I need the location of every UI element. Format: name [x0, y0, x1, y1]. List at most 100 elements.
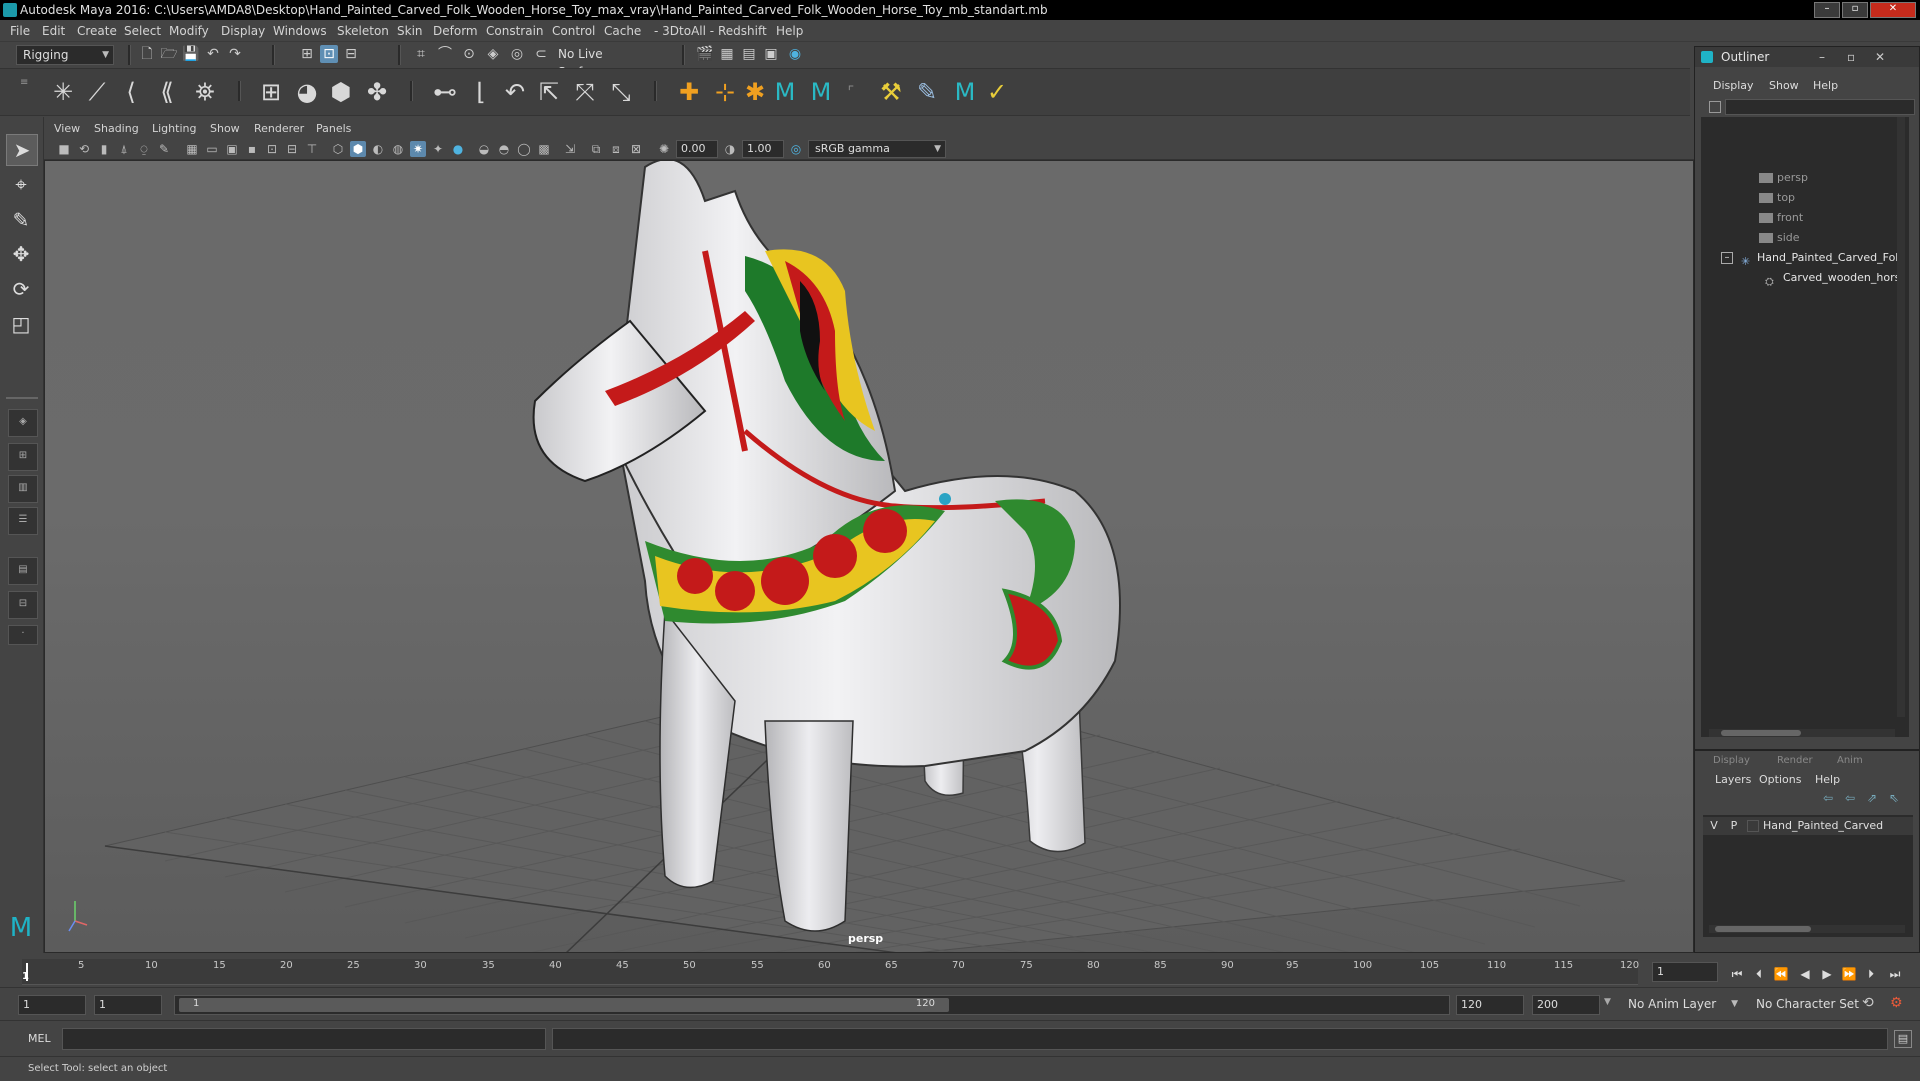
menu-select[interactable]: Select — [124, 20, 161, 42]
viewport-menu-show[interactable]: Show — [210, 120, 240, 138]
paint-skin-icon[interactable]: ✎ — [912, 77, 942, 107]
magnet-icon[interactable]: ⊂ — [532, 45, 550, 63]
smooth-shade-icon[interactable]: ⬢ — [350, 141, 366, 157]
select-tool-icon[interactable]: ➤ — [6, 134, 38, 166]
use-all-lights-icon[interactable]: ✷ — [410, 141, 426, 157]
motion-blur-icon[interactable]: ◒ — [476, 141, 492, 157]
outliner-restore-icon[interactable]: ▫ — [1847, 47, 1855, 67]
layers-menu-layers[interactable]: Layers — [1715, 773, 1751, 786]
menu-deform[interactable]: Deform — [433, 20, 478, 42]
insert-joint-icon[interactable]: ⟪ — [152, 77, 182, 107]
maya-m-icon[interactable]: M — [770, 77, 800, 107]
layer-down-icon[interactable]: ⇖ — [1889, 791, 1899, 805]
exposure-field[interactable]: 0.00 — [676, 140, 718, 158]
grease-pencil-icon[interactable]: ✎ — [156, 141, 172, 157]
menu-modify[interactable]: Modify — [169, 20, 209, 42]
step-forward-key-icon[interactable]: ⏩ — [1840, 966, 1858, 982]
layers-menu-options[interactable]: Options — [1759, 773, 1801, 786]
quick-rig-icon[interactable]: ⚒ — [876, 77, 906, 107]
gamma-field[interactable]: 1.00 — [742, 140, 784, 158]
scale-constraint-icon[interactable]: ⇱ — [534, 77, 564, 107]
menu-file[interactable]: File — [10, 20, 30, 42]
menu-display[interactable]: Display — [221, 20, 265, 42]
paint-select-icon[interactable]: ✎ — [6, 205, 36, 235]
more-layouts-icon[interactable]: · — [8, 625, 38, 645]
render-frame-icon[interactable]: 🎬 — [696, 45, 714, 63]
gate-mask-icon[interactable]: ▪ — [244, 141, 260, 157]
anim-layer-dropdown[interactable]: No Anim Layer ▼ — [1622, 995, 1742, 1015]
layer-name[interactable]: Hand_Painted_Carved — [1763, 819, 1913, 832]
outliner-close-icon[interactable]: ✕ — [1875, 47, 1885, 67]
menu-help[interactable]: Help — [776, 20, 803, 42]
image-plane-icon[interactable]: ⍋ — [116, 141, 132, 157]
bookmark-icon[interactable]: ▮ — [96, 141, 112, 157]
time-ruler[interactable]: 1 5 10 15 20 25 30 35 40 45 50 55 60 65 … — [22, 959, 1639, 985]
step-forward-frame-icon[interactable]: ⏵ — [1862, 966, 1880, 982]
select-hierarchy-icon[interactable]: ⊞ — [298, 45, 316, 63]
snap-curve-icon[interactable]: ⌒ — [436, 45, 454, 63]
shadows-icon[interactable]: ✦ — [430, 141, 446, 157]
outliner-item-front[interactable]: front — [1759, 209, 1920, 227]
layer-visibility-toggle[interactable]: V — [1707, 819, 1721, 832]
outliner-item-side[interactable]: side — [1759, 229, 1920, 247]
xray-joints-icon[interactable]: ⧉ — [588, 141, 604, 157]
animation-preferences-icon[interactable]: ⚙ — [1890, 995, 1908, 1013]
script-editor-icon[interactable]: ▤ — [1894, 1030, 1912, 1048]
menu-edit[interactable]: Edit — [42, 20, 65, 42]
mirror-joint-icon[interactable]: ⛯ — [190, 77, 220, 107]
paint-weights-icon[interactable]: ◕ — [292, 77, 322, 107]
safe-action-icon[interactable]: ⊟ — [284, 141, 300, 157]
tab-anim[interactable]: Anim — [1837, 755, 1863, 766]
persp-graph-layout-icon[interactable]: ☰ — [8, 507, 38, 535]
restore-button[interactable]: ▫ — [1842, 2, 1868, 18]
outliner-filter-icon[interactable] — [1709, 101, 1721, 113]
bind-skin-icon[interactable]: ⊞ — [256, 77, 286, 107]
locator-icon[interactable]: ✚ — [674, 77, 704, 107]
outliner-hscroll-thumb[interactable] — [1721, 730, 1801, 736]
xray-icon[interactable]: ▩ — [536, 141, 552, 157]
select-object-icon[interactable]: ⊡ — [320, 45, 338, 63]
menu-skeleton[interactable]: Skeleton — [337, 20, 389, 42]
render-view-icon[interactable]: ◉ — [786, 45, 804, 63]
lattice-icon[interactable]: ⬢ — [326, 77, 356, 107]
ik-fk-icon[interactable]: ⊹ — [710, 77, 740, 107]
pole-vector-icon[interactable]: ⤡ — [606, 77, 636, 107]
color-management-icon[interactable]: ◎ — [788, 141, 804, 157]
textured-icon[interactable]: ◍ — [390, 141, 406, 157]
isolate-select-icon[interactable]: ⇲ — [562, 141, 578, 157]
depth-of-field-icon[interactable]: ◯ — [516, 141, 532, 157]
menu-redshift[interactable]: Redshift — [718, 20, 767, 42]
menu-windows[interactable]: Windows — [273, 20, 327, 42]
range-slider-handle[interactable]: 1 120 — [179, 998, 949, 1012]
menu-create[interactable]: Create — [77, 20, 117, 42]
play-backwards-icon[interactable]: ◀ — [1796, 966, 1814, 982]
character-set-dropdown[interactable]: No Character Set — [1750, 995, 1868, 1015]
auto-key-icon[interactable]: ⟲ — [1862, 995, 1880, 1013]
resolution-gate-icon[interactable]: ▣ — [224, 141, 240, 157]
snap-view-plane-icon[interactable]: ◈ — [484, 45, 502, 63]
menu-cache[interactable]: Cache — [604, 20, 641, 42]
shelf-options-icon[interactable]: ≡ — [20, 77, 28, 107]
maya-m2-icon[interactable]: M — [806, 77, 836, 107]
save-scene-icon[interactable]: 💾 — [182, 45, 200, 63]
tab-render[interactable]: Render — [1777, 755, 1813, 766]
human-ik-icon[interactable]: ✱ — [740, 77, 770, 107]
redo-icon[interactable]: ↷ — [226, 45, 244, 63]
viewport-menu-shading[interactable]: Shading — [94, 120, 139, 138]
outliner-item-persp[interactable]: persp — [1759, 169, 1920, 187]
single-perspective-layout-icon[interactable]: ◈ — [8, 409, 38, 437]
grid-toggle-icon[interactable]: ▦ — [184, 141, 200, 157]
play-forwards-icon[interactable]: ▶ — [1818, 966, 1836, 982]
range-slider[interactable]: 1 120 — [174, 995, 1450, 1015]
anti-alias-icon[interactable]: ◓ — [496, 141, 512, 157]
layer-hscroll-thumb[interactable] — [1715, 926, 1811, 932]
ik-spline-icon[interactable]: ⟨ — [116, 77, 146, 107]
aim-constraint-icon[interactable]: ⌊ — [466, 77, 496, 107]
point-constraint-icon[interactable]: ⊷ — [430, 77, 460, 107]
menu-skin[interactable]: Skin — [397, 20, 423, 42]
outliner-item-top[interactable]: top — [1759, 189, 1920, 207]
open-scene-icon[interactable]: 🗁 — [160, 45, 178, 63]
undo-icon[interactable]: ↶ — [204, 45, 222, 63]
persp-outliner-layout-icon[interactable]: ▥ — [8, 475, 38, 503]
menu-control[interactable]: Control — [552, 20, 595, 42]
